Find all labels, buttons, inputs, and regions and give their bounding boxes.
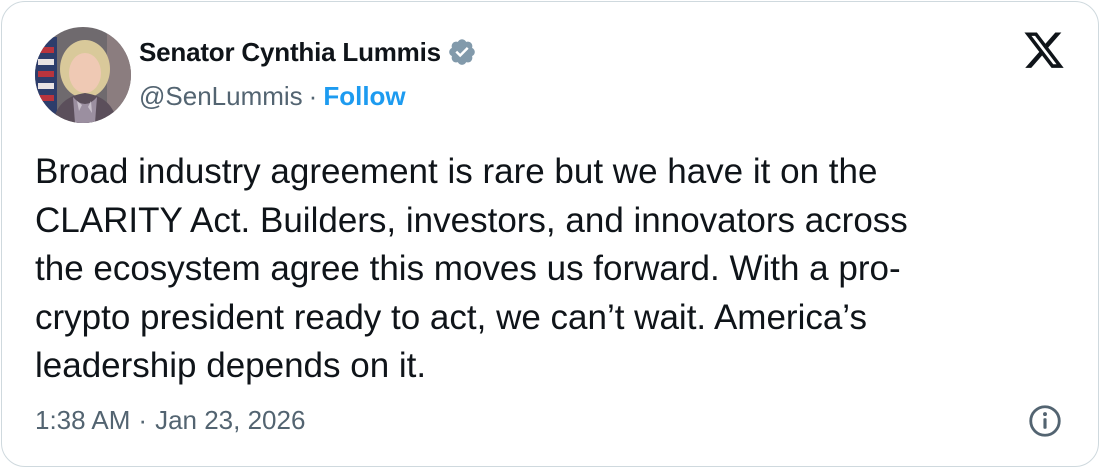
author-handle-row: @SenLummis · Follow xyxy=(139,79,406,113)
info-icon[interactable] xyxy=(1027,403,1063,439)
author-name-row: Senator Cynthia Lummis xyxy=(139,35,477,69)
verified-badge-icon xyxy=(447,37,477,67)
author-display-name[interactable]: Senator Cynthia Lummis xyxy=(139,37,441,68)
tweet-time[interactable]: 1:38 AM xyxy=(35,405,130,436)
follow-button[interactable]: Follow xyxy=(323,81,405,112)
author-handle[interactable]: @SenLummis xyxy=(139,81,303,112)
meta-separator: · xyxy=(138,404,148,435)
tweet-date[interactable]: Jan 23, 2026 xyxy=(155,405,305,436)
tweet-card: Senator Cynthia Lummis @SenLummis · Foll… xyxy=(1,1,1099,467)
author-avatar-image xyxy=(35,27,131,123)
handle-separator: · xyxy=(308,80,318,111)
x-logo-icon[interactable] xyxy=(1022,32,1066,72)
tweet-meta: 1:38 AM · Jan 23, 2026 xyxy=(35,403,305,437)
author-avatar[interactable] xyxy=(35,27,131,123)
tweet-text: Broad industry agreement is rare but we … xyxy=(35,152,908,385)
